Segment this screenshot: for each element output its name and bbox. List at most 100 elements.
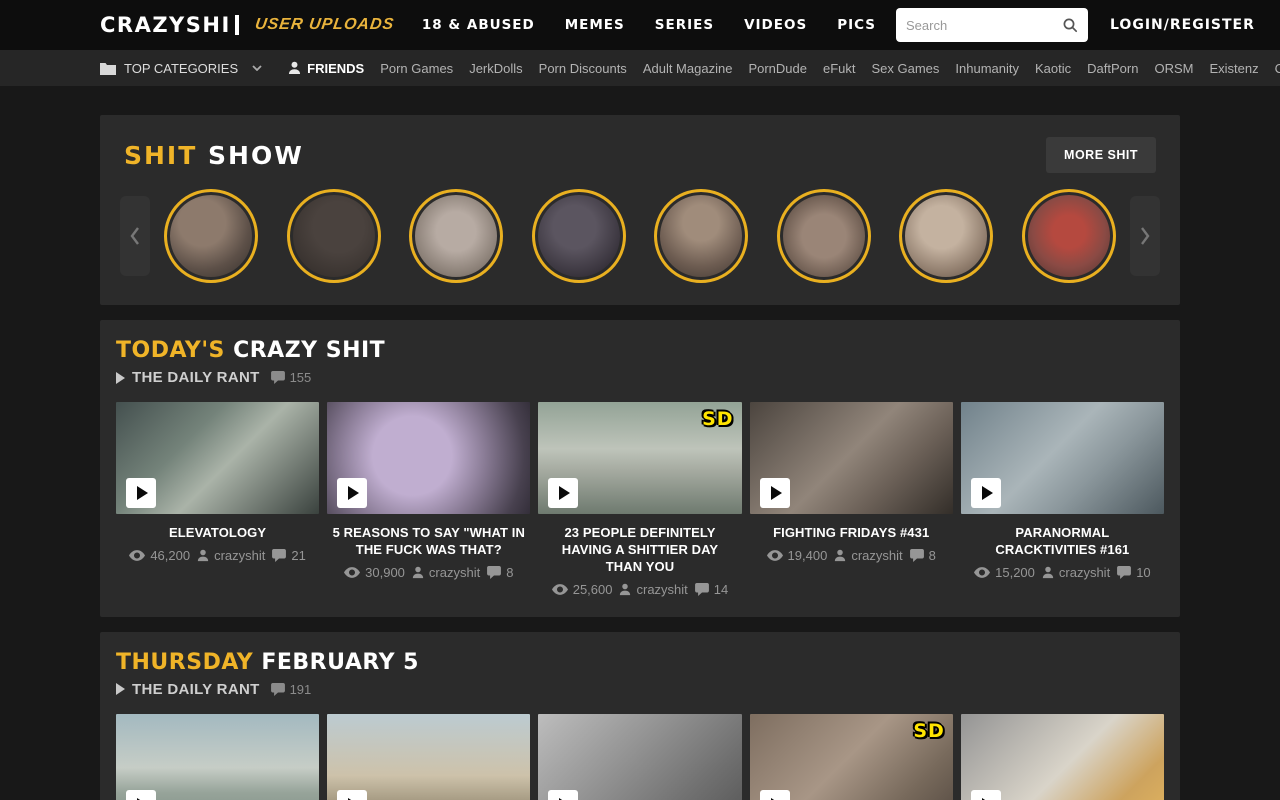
partner-link-celebs[interactable]: Celebs [1275,61,1280,76]
search-input[interactable] [906,18,1062,33]
eye-icon [129,550,145,561]
today-title-rest: CRAZY SHIT [233,338,385,363]
video-card[interactable]: PARANORMAL CRACKTIVITIES #161 15,200 cra… [961,402,1164,597]
thursday-section: THURSDAY FEBRUARY 5 THE DAILY RANT 191 [100,632,1180,800]
video-title: PARANORMAL CRACKTIVITIES #161 [961,525,1164,559]
main-nav: 18 & ABUSED MEMES SERIES VIDEOS PICS [422,17,876,33]
nav-memes[interactable]: MEMES [565,17,625,33]
views-count: 19,400 [788,548,828,563]
video-thumbnail[interactable] [961,714,1164,800]
video-thumbnail[interactable] [116,402,319,514]
carousel-prev-button[interactable] [120,196,150,276]
play-button-icon [548,478,578,508]
story-thumb-2[interactable] [287,189,381,283]
video-card[interactable]: 5 REASONS TO SAY "WHAT IN THE FUCK WAS T… [327,402,530,597]
comments-count: 14 [714,582,728,597]
play-button-icon [126,478,156,508]
daily-rant-link[interactable]: THE DAILY RANT 155 [116,369,1164,386]
video-thumbnail[interactable] [750,402,953,514]
video-thumbnail[interactable] [327,714,530,800]
site-logo-text: CRAZYSHI [100,13,231,37]
video-title: FIGHTING FRIDAYS #431 [750,525,953,542]
search-icon[interactable] [1062,17,1078,33]
partner-link-jerkdolls[interactable]: JerkDolls [469,61,522,76]
site-logo[interactable]: CRAZYSHI [100,13,239,37]
today-section-title: TODAY'S CRAZY SHIT [116,338,1164,365]
views-count: 30,900 [365,565,405,580]
play-button-icon [337,478,367,508]
story-thumb-4[interactable] [532,189,626,283]
eye-icon [767,550,783,561]
person-icon [412,566,424,579]
video-thumbnail[interactable] [961,402,1164,514]
top-categories-label: TOP CATEGORIES [124,61,238,76]
story-thumb-6[interactable] [777,189,871,283]
top-categories-dropdown[interactable]: TOP CATEGORIES [100,61,262,76]
partner-link-porn-games[interactable]: Porn Games [380,61,453,76]
video-thumbnail[interactable] [116,714,319,800]
more-shit-button[interactable]: MORE SHIT [1046,137,1156,173]
story-thumb-7[interactable] [899,189,993,283]
person-icon [1042,566,1054,579]
video-thumbnail[interactable] [538,714,741,800]
comments-count: 10 [1136,565,1150,580]
video-card[interactable]: SD 23 PEOPLE DEFINITELY HAVING A SHITTIE… [538,402,741,597]
main-content: SHIT SHOW MORE SHIT [100,115,1180,800]
today-title-accent: TODAY'S [116,338,225,363]
partner-link-existenz[interactable]: Existenz [1209,61,1258,76]
comment-icon [271,683,285,696]
friends-link[interactable]: FRIENDS [288,61,364,76]
partner-link-efukt[interactable]: eFukt [823,61,856,76]
nav-series[interactable]: SERIES [655,17,714,33]
thursday-title-rest: FEBRUARY 5 [261,650,419,675]
nav-18-and-abused[interactable]: 18 & ABUSED [422,17,535,33]
video-thumbnail[interactable] [327,402,530,514]
video-thumbnail[interactable]: SD [538,402,741,514]
partner-link-kaotic[interactable]: Kaotic [1035,61,1071,76]
comment-icon [271,371,285,384]
shit-show-title-rest: SHOW [208,141,304,170]
comment-icon [272,549,286,562]
nav-pics[interactable]: PICS [837,17,876,33]
video-title: 23 PEOPLE DEFINITELY HAVING A SHITTIER D… [538,525,741,576]
today-section: TODAY'S CRAZY SHIT THE DAILY RANT 155 EL… [100,320,1180,617]
video-card[interactable]: FIGHTING FRIDAYS #431 19,400 crazyshit 8 [750,402,953,597]
partner-link-daftporn[interactable]: DaftPorn [1087,61,1138,76]
chevron-down-icon [252,65,262,71]
video-stats: 25,600 crazyshit 14 [538,582,741,597]
play-button-icon [760,790,790,800]
shit-show-title: SHIT SHOW [124,141,304,170]
comments-count: 8 [506,565,513,580]
login-register-link[interactable]: LOGIN/REGISTER [1110,17,1255,33]
play-button-icon [337,790,367,800]
search-box [896,8,1088,42]
partner-link-inhumanity[interactable]: Inhumanity [955,61,1019,76]
video-card[interactable] [961,714,1164,800]
nav-videos[interactable]: VIDEOS [744,17,807,33]
video-card[interactable] [116,714,319,800]
comment-icon [910,549,924,562]
partner-link-porn-discounts[interactable]: Porn Discounts [539,61,627,76]
video-card[interactable]: ELEVATOLOGY 46,200 crazyshit 21 [116,402,319,597]
daily-rant-link[interactable]: THE DAILY RANT 191 [116,681,1164,698]
video-thumbnail[interactable]: SD [750,714,953,800]
play-button-icon [971,790,1001,800]
eye-icon [974,567,990,578]
story-thumb-3[interactable] [409,189,503,283]
person-icon [834,549,846,562]
partner-link-orsm[interactable]: ORSM [1154,61,1193,76]
video-stats: 46,200 crazyshit 21 [116,548,319,563]
video-card[interactable] [538,714,741,800]
comments-count: 21 [291,548,305,563]
thursday-section-title: THURSDAY FEBRUARY 5 [116,650,1164,677]
partner-link-porndude[interactable]: PornDude [748,61,807,76]
story-thumb-8[interactable] [1022,189,1116,283]
partner-link-adult-magazine[interactable]: Adult Magazine [643,61,733,76]
story-thumb-1[interactable] [164,189,258,283]
video-card[interactable] [327,714,530,800]
story-thumb-5[interactable] [654,189,748,283]
sd-quality-badge: SD [913,720,944,742]
video-card[interactable]: SD [750,714,953,800]
partner-link-sex-games[interactable]: Sex Games [872,61,940,76]
carousel-next-button[interactable] [1130,196,1160,276]
